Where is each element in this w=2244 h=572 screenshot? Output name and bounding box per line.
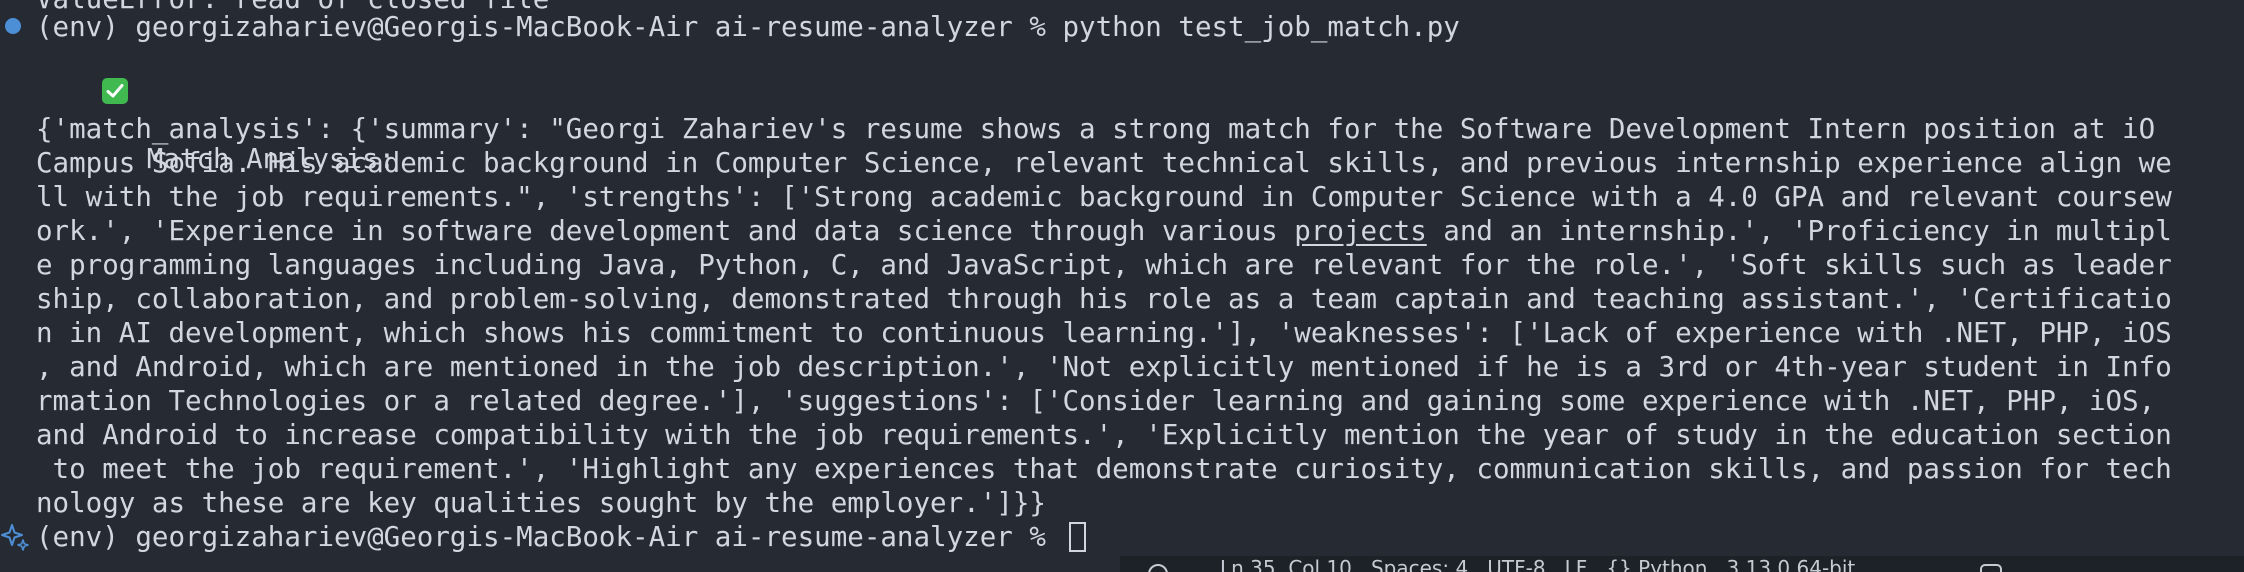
- terminal-prompt-active[interactable]: (env) georgizahariev@Georgis-MacBook-Air…: [36, 520, 1086, 554]
- status-bar-text[interactable]: Ln 35, Col 10 Spaces: 4 UTF-8 LF {} Pyth…: [1220, 558, 1855, 572]
- status-bar: Ln 35, Col 10 Spaces: 4 UTF-8 LF {} Pyth…: [1120, 556, 2244, 572]
- breakpoint-dot-icon: [5, 18, 21, 34]
- extensions-icon[interactable]: [1980, 564, 2002, 572]
- output-line: ship, collaboration, and problem-solving…: [36, 283, 2172, 315]
- output-line-head: ork.', 'Experience in software developme…: [36, 215, 1295, 247]
- output-line: and Android to increase compatibility wi…: [36, 419, 2172, 451]
- output-line: ll with the job requirements.", 'strengt…: [36, 181, 2172, 213]
- check-mark-icon: [102, 78, 129, 104]
- output-line: ork.', 'Experience in software developme…: [36, 214, 2172, 248]
- projects-link[interactable]: projects: [1294, 215, 1426, 247]
- prompt-text: (env) georgizahariev@Georgis-MacBook-Air…: [36, 521, 1063, 553]
- output-line: n in AI development, which shows his com…: [36, 317, 2172, 349]
- terminal-prompt-command: (env) georgizahariev@Georgis-MacBook-Air…: [36, 11, 1460, 43]
- output-line: {'match_analysis': {'summary': "Georgi Z…: [36, 113, 2156, 145]
- terminal-panel[interactable]: ValueError: read of closed file (env) ge…: [0, 0, 2244, 572]
- output-line: Campus Sofia. His academic background in…: [36, 147, 2172, 179]
- account-icon[interactable]: [1148, 564, 1168, 572]
- output-line: rmation Technologies or a related degree…: [36, 385, 2156, 417]
- sparkle-icon[interactable]: [0, 522, 30, 552]
- output-line: , and Android, which are mentioned in th…: [36, 351, 2172, 383]
- output-line-tail: and an internship.', 'Proficiency in mul…: [1426, 215, 2172, 247]
- terminal-cursor: [1068, 522, 1086, 552]
- output-line: nology as these are key qualities sought…: [36, 487, 1046, 519]
- output-line: to meet the job requirement.', 'Highligh…: [36, 453, 2172, 485]
- output-line: e programming languages including Java, …: [36, 249, 2172, 281]
